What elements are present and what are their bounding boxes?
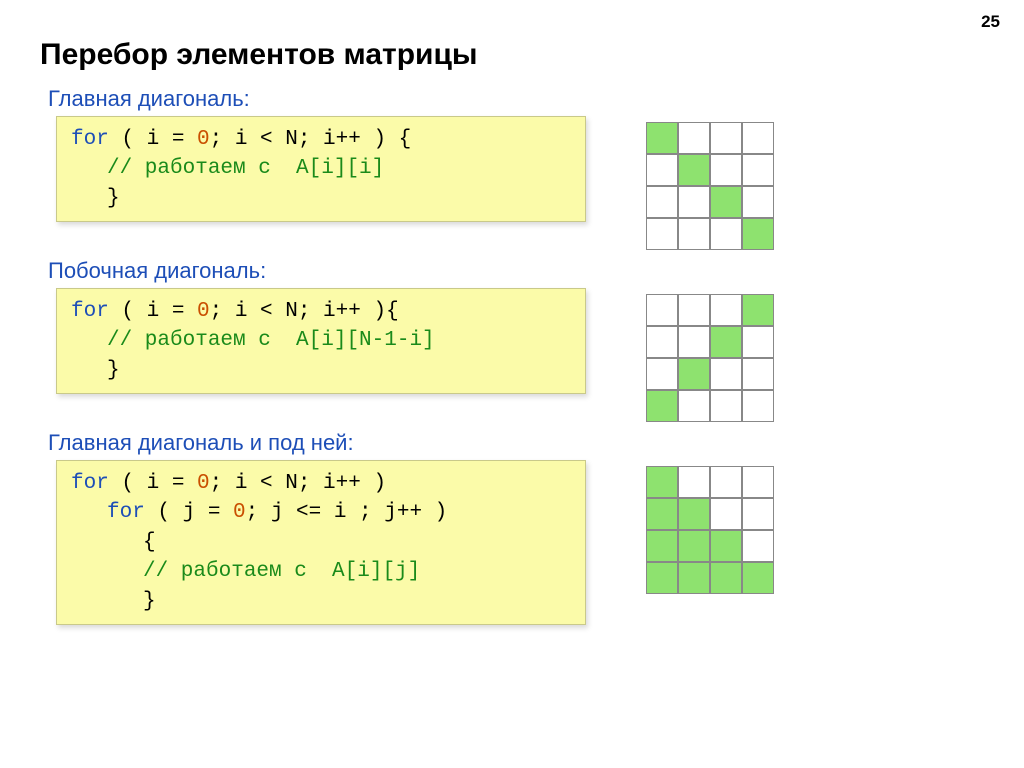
- matrix-cell: [646, 498, 678, 530]
- code-line: }: [71, 356, 571, 385]
- matrix-cell: [710, 186, 742, 218]
- matrix-cell: [710, 218, 742, 250]
- matrix-cell: [710, 154, 742, 186]
- matrix-cell: [678, 186, 710, 218]
- matrix-grid: [646, 122, 774, 250]
- matrix-cell: [646, 154, 678, 186]
- matrix-cell: [742, 390, 774, 422]
- matrix-cell: [710, 122, 742, 154]
- section-label: Главная диагональ и под ней:: [48, 430, 984, 456]
- matrix-cell: [678, 498, 710, 530]
- matrix-cell: [646, 294, 678, 326]
- code-line: // работаем с A[i][j]: [71, 557, 571, 586]
- matrix-cell: [742, 154, 774, 186]
- code-line: {: [71, 528, 571, 557]
- matrix-cell: [646, 562, 678, 594]
- matrix-cell: [678, 122, 710, 154]
- matrix-cell: [742, 186, 774, 218]
- matrix-cell: [678, 358, 710, 390]
- matrix-cell: [742, 358, 774, 390]
- code-box: for ( i = 0; i < N; i++ ) {// работаем с…: [56, 116, 586, 222]
- matrix-cell: [710, 562, 742, 594]
- matrix-cell: [742, 466, 774, 498]
- matrix-cell: [678, 294, 710, 326]
- matrix-cell: [646, 358, 678, 390]
- code-line: for ( j = 0; j <= i ; j++ ): [71, 498, 571, 527]
- matrix-cell: [646, 390, 678, 422]
- matrix-cell: [678, 562, 710, 594]
- code-line: }: [71, 587, 571, 616]
- code-line: for ( i = 0; i < N; i++ ) {: [71, 125, 571, 154]
- matrix-cell: [646, 530, 678, 562]
- matrix-cell: [646, 186, 678, 218]
- matrix-cell: [710, 326, 742, 358]
- matrix-cell: [678, 466, 710, 498]
- section-2: Главная диагональ и под ней: for ( i = 0;…: [40, 430, 984, 625]
- section-1: Побочная диагональ: for ( i = 0; i < N; i…: [40, 258, 984, 422]
- matrix-cell: [742, 498, 774, 530]
- matrix-cell: [646, 218, 678, 250]
- matrix-cell: [710, 294, 742, 326]
- code-line: for ( i = 0; i < N; i++ ){: [71, 297, 571, 326]
- matrix-cell: [742, 294, 774, 326]
- page-number: 25: [981, 12, 1000, 32]
- code-line: // работаем с A[i][i]: [71, 154, 571, 183]
- section-label: Побочная диагональ:: [48, 258, 984, 284]
- code-box: for ( i = 0; i < N; i++ )for ( j = 0; j …: [56, 460, 586, 625]
- matrix-cell: [678, 390, 710, 422]
- code-box: for ( i = 0; i < N; i++ ){// работаем с …: [56, 288, 586, 394]
- matrix-cell: [646, 466, 678, 498]
- matrix-cell: [646, 326, 678, 358]
- matrix-cell: [678, 326, 710, 358]
- matrix-cell: [710, 466, 742, 498]
- matrix-cell: [742, 218, 774, 250]
- page-title: Перебор элементов матрицы: [40, 38, 984, 72]
- matrix-cell: [710, 498, 742, 530]
- matrix-cell: [678, 530, 710, 562]
- matrix-grid: [646, 466, 774, 594]
- matrix-grid: [646, 294, 774, 422]
- code-line: }: [71, 184, 571, 213]
- matrix-cell: [710, 358, 742, 390]
- matrix-cell: [678, 154, 710, 186]
- code-line: for ( i = 0; i < N; i++ ): [71, 469, 571, 498]
- code-line: // работаем с A[i][N-1-i]: [71, 326, 571, 355]
- matrix-cell: [710, 390, 742, 422]
- matrix-cell: [646, 122, 678, 154]
- matrix-cell: [742, 326, 774, 358]
- matrix-cell: [742, 562, 774, 594]
- matrix-cell: [678, 218, 710, 250]
- matrix-cell: [742, 530, 774, 562]
- matrix-cell: [742, 122, 774, 154]
- section-label: Главная диагональ:: [48, 86, 984, 112]
- section-0: Главная диагональ: for ( i = 0; i < N; i+…: [40, 86, 984, 250]
- matrix-cell: [710, 530, 742, 562]
